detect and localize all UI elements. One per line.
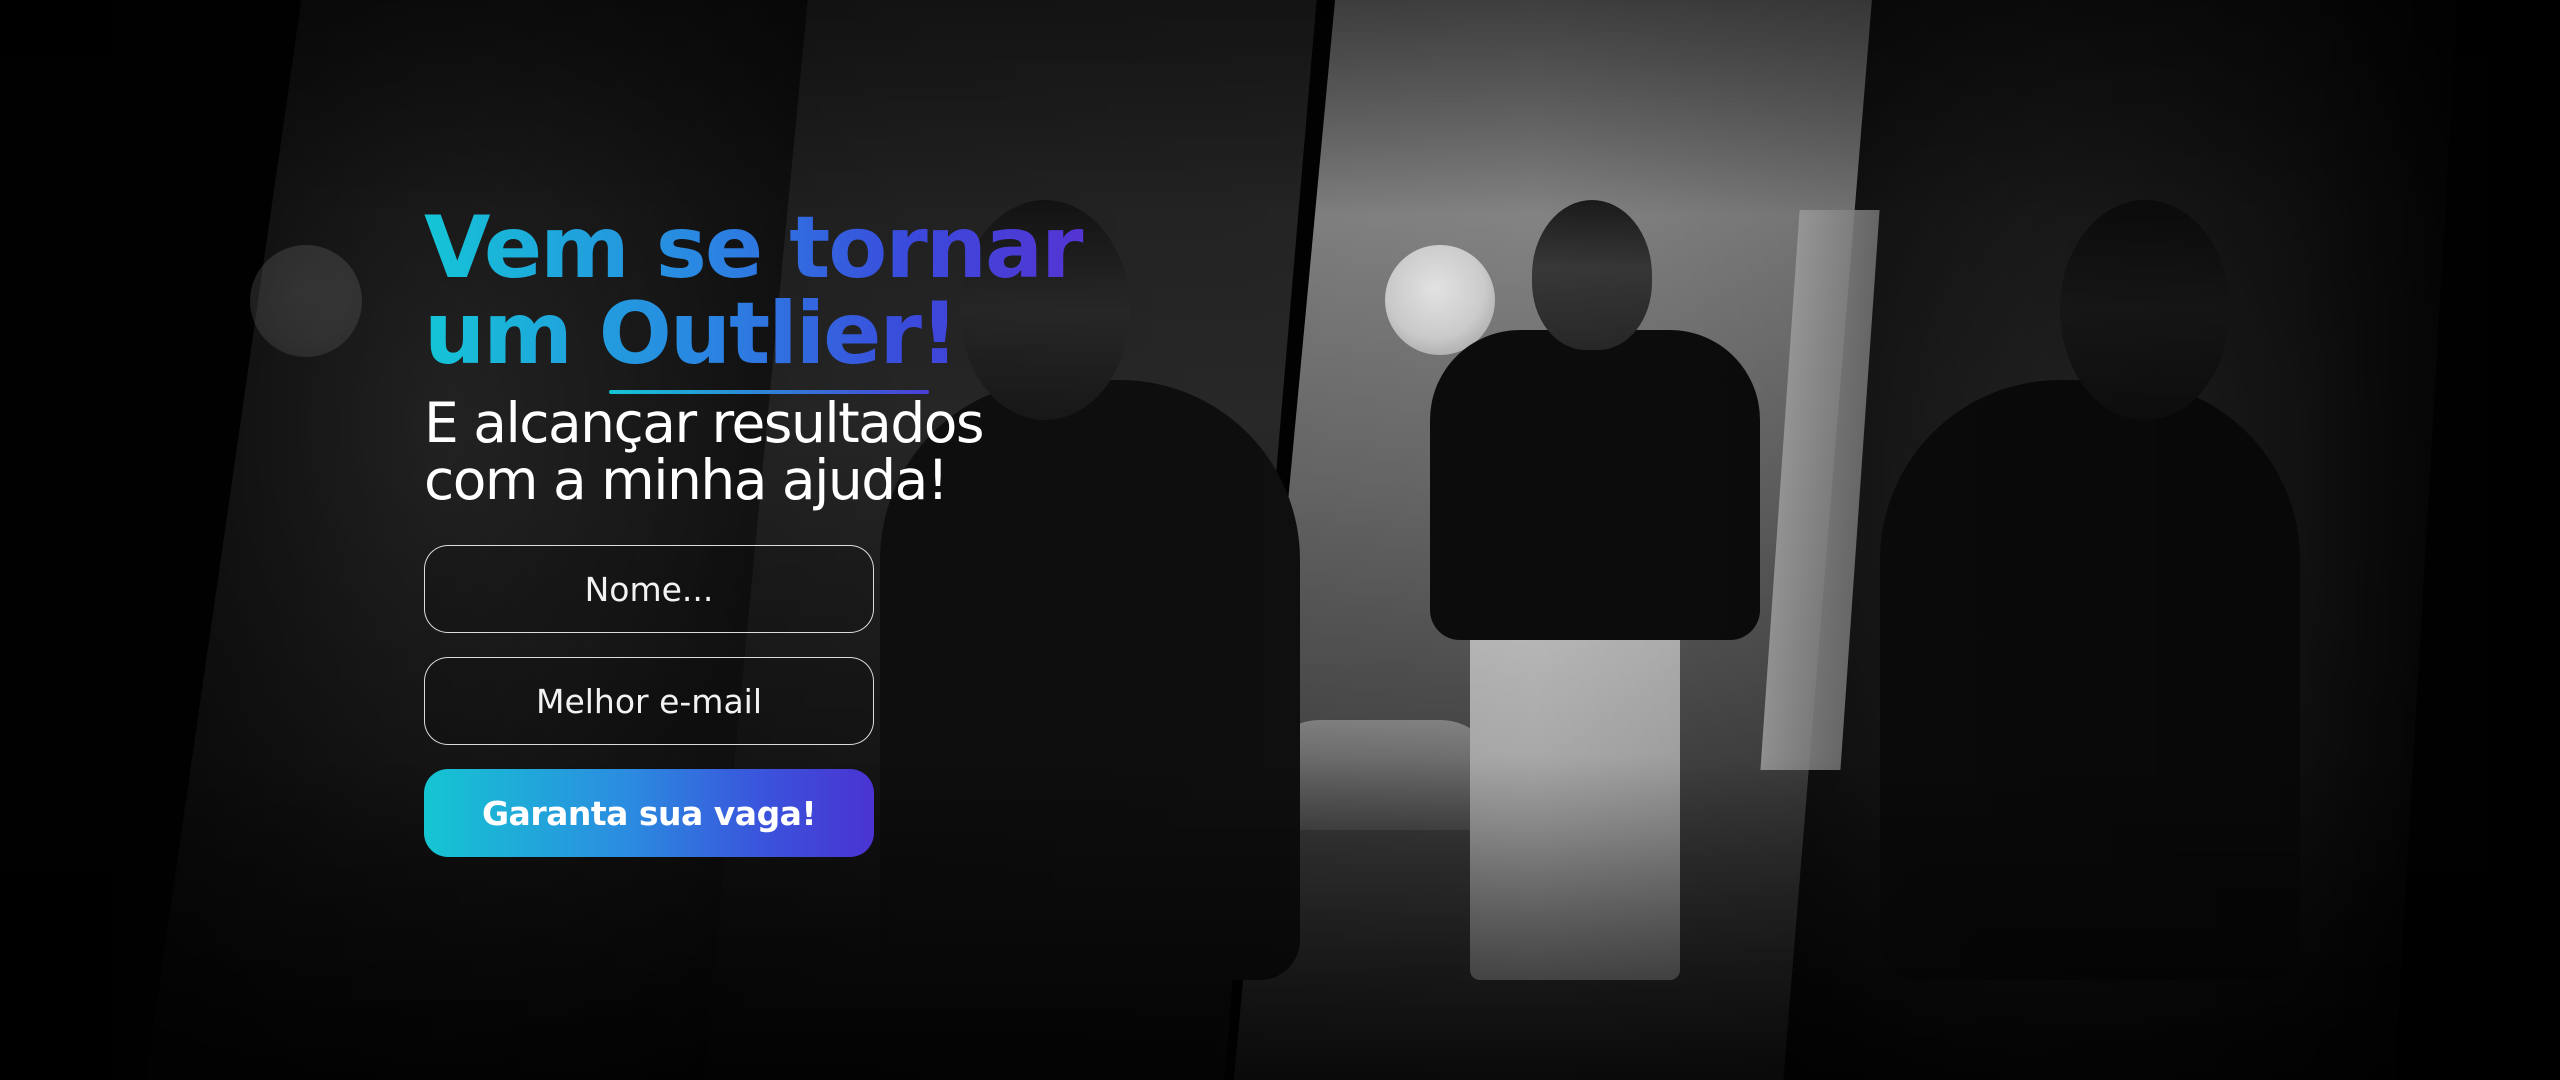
dark-vignette-overlay (0, 0, 2560, 1080)
headline-underline (609, 390, 929, 394)
landing-hero: Vem se tornar um Outlier! E alcançar res… (0, 0, 2560, 1080)
background-photo-collage (0, 0, 2560, 1080)
headline-line-1: Vem se tornar (424, 198, 1082, 298)
guarantee-spot-button[interactable]: Garanta sua vaga! (424, 769, 874, 857)
hero-headline: Vem se tornar um Outlier! (424, 205, 1124, 377)
hero-subheadline: E alcançar resultados com a minha ajuda! (424, 395, 1124, 509)
headline-line-2: um Outlier! (424, 284, 958, 384)
hero-content: Vem se tornar um Outlier! E alcançar res… (424, 205, 1124, 857)
name-input[interactable] (424, 545, 874, 633)
signup-form: Garanta sua vaga! (424, 545, 874, 857)
subheadline-line-1: E alcançar resultados (424, 391, 985, 455)
email-input[interactable] (424, 657, 874, 745)
subheadline-line-2: com a minha ajuda! (424, 448, 949, 512)
